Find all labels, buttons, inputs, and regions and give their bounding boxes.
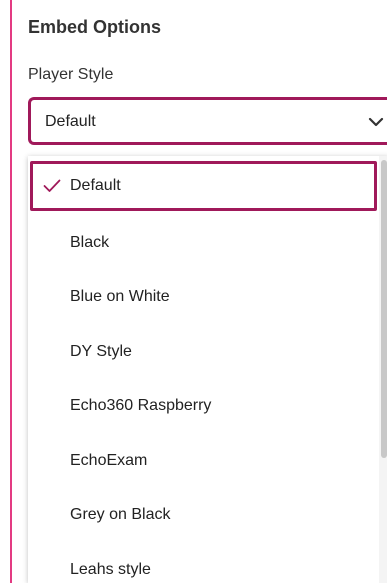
player-style-dropdown: Default Black Blue on White DY Style Ech… (28, 156, 387, 583)
section-title: Embed Options (28, 17, 162, 37)
option-echoexam[interactable]: EchoExam (28, 434, 379, 489)
option-label: Leahs style (70, 560, 151, 578)
player-style-label: Player Style (28, 66, 114, 83)
check-icon (43, 179, 61, 192)
dropdown-scrollbar[interactable] (379, 156, 387, 583)
player-style-options: Default Black Blue on White DY Style Ech… (28, 161, 379, 583)
option-echo360-raspberry[interactable]: Echo360 Raspberry (28, 379, 379, 434)
option-default[interactable]: Default (30, 161, 377, 211)
chevron-down-icon (368, 117, 384, 127)
option-label: Blue on White (70, 288, 170, 306)
scrollbar-thumb[interactable] (381, 160, 387, 458)
option-leahs-style[interactable]: Leahs style (28, 543, 379, 583)
option-black[interactable]: Black (28, 216, 379, 271)
option-label: Grey on Black (70, 506, 171, 524)
player-style-selected-value: Default (45, 113, 96, 130)
embed-options-panel: Embed Options Player Style Default Defau… (10, 0, 387, 583)
option-blue-on-white[interactable]: Blue on White (28, 270, 379, 325)
option-dy-style[interactable]: DY Style (28, 325, 379, 380)
option-label: EchoExam (70, 451, 148, 469)
option-label: Echo360 Raspberry (70, 397, 212, 415)
option-grey-on-black[interactable]: Grey on Black (28, 488, 379, 543)
option-label: Default (70, 177, 121, 194)
option-label: Black (70, 233, 110, 251)
player-style-select[interactable]: Default (28, 97, 387, 145)
option-label: DY Style (70, 342, 132, 360)
